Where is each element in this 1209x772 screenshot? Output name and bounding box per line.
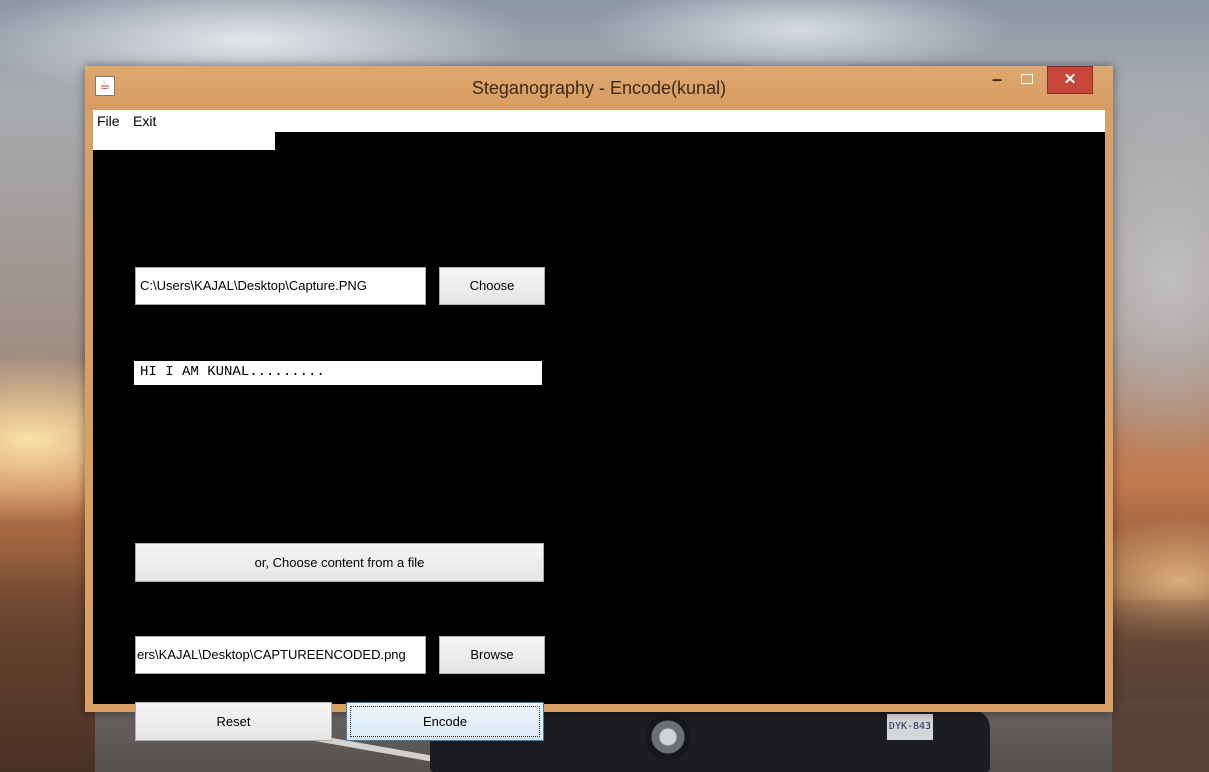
output-path-field[interactable]: ers\KAJAL\Desktop\CAPTUREENCODED.png bbox=[135, 636, 426, 674]
wallpaper-grass-left bbox=[0, 560, 95, 772]
choose-button[interactable]: Choose bbox=[439, 267, 545, 305]
reset-button[interactable]: Reset bbox=[135, 702, 332, 741]
status-strip bbox=[93, 132, 275, 150]
encode-button[interactable]: Encode bbox=[346, 702, 544, 741]
content-panel: C:\Users\KAJAL\Desktop\Capture.PNG Choos… bbox=[93, 132, 1105, 741]
message-field[interactable]: HI I AM KUNAL......... bbox=[134, 361, 542, 385]
close-button[interactable]: ✕ bbox=[1047, 66, 1093, 94]
window-title: Steganography - Encode(kunal) bbox=[471, 78, 727, 98]
wallpaper-grass-right bbox=[1112, 600, 1209, 772]
menu-bar: File Exit bbox=[93, 110, 1105, 132]
menu-exit[interactable]: Exit bbox=[133, 110, 156, 132]
wallpaper-car-wheel bbox=[645, 714, 691, 760]
wallpaper-license-plate: DYK-843 bbox=[886, 713, 934, 741]
image-path-field[interactable]: C:\Users\KAJAL\Desktop\Capture.PNG bbox=[135, 267, 426, 305]
maximize-button[interactable] bbox=[1013, 66, 1041, 94]
menu-file[interactable]: File bbox=[97, 110, 120, 132]
browse-button[interactable]: Browse bbox=[439, 636, 545, 674]
maximize-icon bbox=[1021, 74, 1033, 84]
minimize-button[interactable]: – bbox=[983, 66, 1011, 94]
encode-window: ☕ Steganography - Encode(kunal) – ✕ File… bbox=[85, 66, 1113, 741]
choose-content-from-file-button[interactable]: or, Choose content from a file bbox=[135, 543, 544, 582]
title-bar[interactable]: ☕ Steganography - Encode(kunal) – ✕ bbox=[85, 66, 1113, 110]
